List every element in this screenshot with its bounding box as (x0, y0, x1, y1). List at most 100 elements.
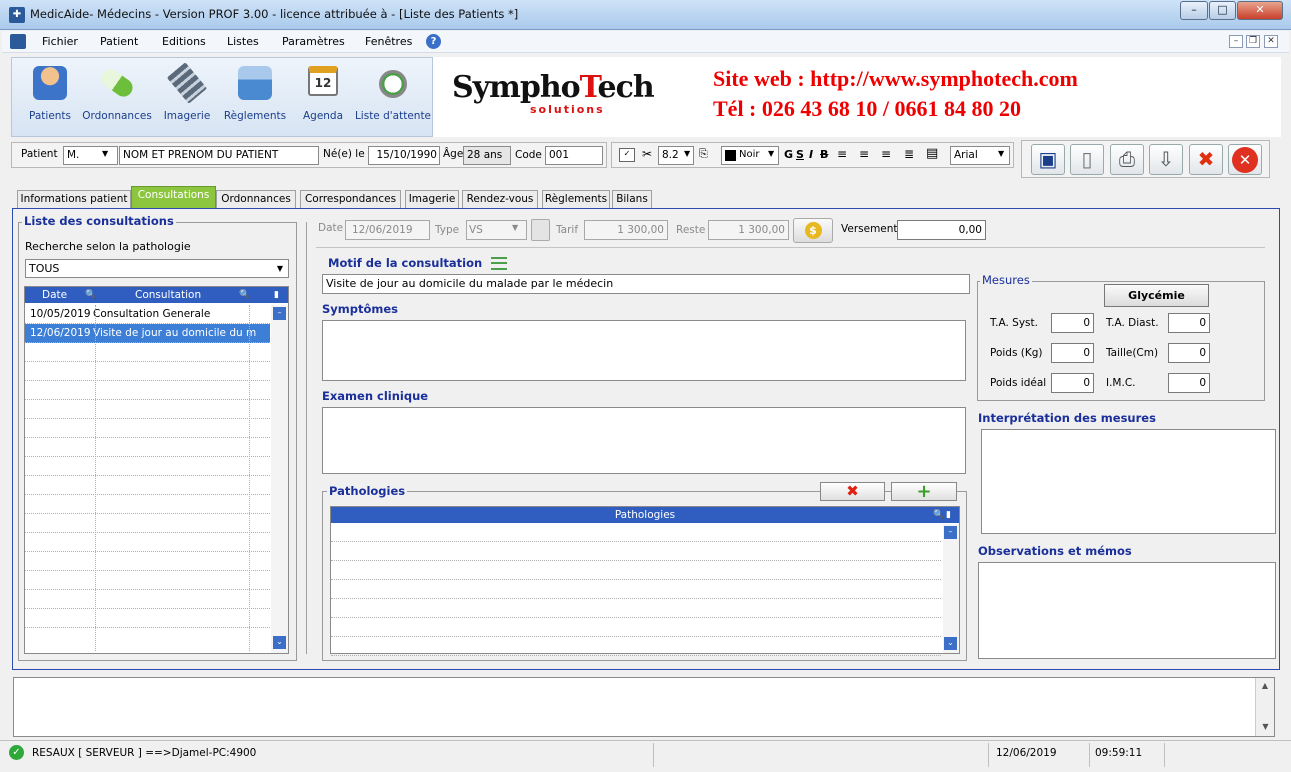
close-button[interactable]: ✕ (1237, 1, 1283, 20)
filter-dropdown-icon[interactable]: ▼ (273, 261, 287, 276)
table-row[interactable]: 10/05/2019 Consultation Generale (25, 305, 270, 324)
toolbar-liste-attente-button[interactable]: Liste d'attente (354, 58, 432, 136)
menu-fenetres[interactable]: Fenêtres (365, 35, 412, 48)
tab-bilans[interactable]: Bilans (612, 190, 652, 209)
tab-rendez-vous[interactable]: Rendez-vous (462, 190, 538, 209)
spellcheck-icon[interactable]: ✓ (619, 148, 635, 162)
list-scrollbar[interactable]: – ⌄ (271, 305, 288, 653)
scroll-down-icon[interactable]: ⌄ (273, 636, 286, 649)
remove-pathology-button[interactable]: ✖ (820, 482, 885, 501)
versement-field[interactable]: 0,00 (897, 220, 986, 240)
pathology-search-icon[interactable]: 🔍 (933, 507, 944, 523)
poids-field[interactable]: 0 (1051, 343, 1094, 363)
date-search-icon[interactable]: 🔍 (85, 287, 96, 303)
tarif-label: Tarif (556, 224, 579, 236)
imc-field[interactable]: 0 (1168, 373, 1210, 393)
ta-diast-field[interactable]: 0 (1168, 313, 1210, 333)
reste-field[interactable]: 1 300,00 (708, 220, 789, 240)
export-button[interactable]: ⇩ (1149, 144, 1183, 175)
pathology-filter-select[interactable]: TOUS (25, 259, 289, 278)
scroll-up-icon[interactable]: ▲ (1256, 681, 1274, 690)
consultation-date-field[interactable]: 12/06/2019 (345, 220, 430, 240)
font-size-dropdown-icon[interactable]: ▼ (684, 149, 690, 158)
observations-field[interactable] (978, 562, 1276, 659)
tab-correspondances[interactable]: Correspondances (300, 190, 401, 209)
mdi-minimize-button[interactable]: – (1229, 35, 1243, 48)
col-date[interactable]: Date (42, 287, 67, 303)
cut-icon[interactable]: ✂ (642, 147, 652, 161)
payment-button[interactable]: $ (793, 218, 833, 243)
maximize-button[interactable]: □ (1209, 1, 1236, 20)
notes-scrollbar[interactable]: ▲ ▼ (1255, 678, 1274, 736)
scroll-down-icon[interactable]: ▼ (1256, 722, 1275, 731)
scroll-up-icon[interactable]: – (944, 526, 957, 539)
code-field[interactable]: 001 (545, 146, 603, 165)
motif-list-icon[interactable] (491, 257, 507, 270)
pathologies-scrollbar[interactable]: – ⌄ (943, 524, 959, 653)
scroll-down-icon[interactable]: ⌄ (944, 637, 957, 650)
birthdate-field[interactable]: 15/10/1990 (368, 146, 440, 165)
trash-icon[interactable]: ▮ (946, 507, 951, 523)
save-button[interactable]: ▣ (1031, 144, 1065, 175)
mdi-restore-button[interactable]: ❐ (1246, 35, 1260, 48)
taille-field[interactable]: 0 (1168, 343, 1210, 363)
tab-ordonnances[interactable]: Ordonnances (216, 190, 296, 209)
ta-syst-field[interactable]: 0 (1051, 313, 1094, 333)
menu-editions[interactable]: Editions (162, 35, 206, 48)
color-dropdown-icon[interactable]: ▼ (768, 149, 774, 158)
toolbar-agenda-button[interactable]: 12 Agenda (288, 58, 358, 136)
toolbar-reglements-button[interactable]: Règlements (220, 58, 290, 136)
splitter[interactable] (306, 222, 307, 654)
toolbar-patients-button[interactable]: Patients (15, 58, 85, 136)
app-menu-icon[interactable] (10, 34, 26, 49)
align-center-icon[interactable]: ≡ (859, 147, 869, 161)
symptomes-field[interactable] (322, 320, 966, 381)
examen-clinique-field[interactable] (322, 407, 966, 474)
help-icon[interactable]: ? (426, 34, 441, 49)
font-family-dropdown-icon[interactable]: ▼ (998, 149, 1004, 158)
tab-consultations[interactable]: Consultations (131, 186, 216, 209)
underline-button[interactable]: S (796, 148, 804, 161)
type-extra-button[interactable] (531, 219, 550, 241)
bold-button[interactable]: G (784, 148, 793, 161)
menu-listes[interactable]: Listes (227, 35, 259, 48)
justify-icon[interactable]: ≣ (904, 147, 914, 161)
toolbar-ordonnances-button[interactable]: Ordonnances (82, 58, 152, 136)
menu-patient[interactable]: Patient (100, 35, 138, 48)
motif-field[interactable]: Visite de jour au domicile du malade par… (322, 274, 970, 294)
civility-dropdown-icon[interactable]: ▼ (102, 149, 108, 158)
toolbar-imagerie-button[interactable]: Imagerie (152, 58, 222, 136)
type-dropdown-icon[interactable]: ▼ (512, 223, 518, 232)
patient-name-field[interactable]: NOM ET PRENOM DU PATIENT (119, 146, 319, 165)
mdi-close-button[interactable]: ✕ (1264, 35, 1278, 48)
col-consultation[interactable]: Consultation (135, 287, 201, 303)
col-pathologies[interactable]: Pathologies (615, 509, 675, 521)
menu-parametres[interactable]: Paramètres (282, 35, 345, 48)
interpretation-field[interactable] (981, 429, 1276, 534)
menu-fichier[interactable]: Fichier (42, 35, 78, 48)
notes-area[interactable] (13, 677, 1275, 737)
tarif-field[interactable]: 1 300,00 (584, 220, 668, 240)
minimize-button[interactable]: – (1180, 1, 1208, 20)
tab-reglements[interactable]: Règlements (542, 190, 610, 209)
civility-select[interactable]: M. (63, 146, 118, 165)
align-left-icon[interactable]: ≡ (837, 147, 847, 161)
tab-imagerie[interactable]: Imagerie (405, 190, 459, 209)
clipboard-icon[interactable]: ▤ (926, 146, 938, 161)
exit-button[interactable]: ✕ (1228, 144, 1262, 175)
new-document-button[interactable]: ▯ (1070, 144, 1104, 175)
paste-icon[interactable]: ⎘ (699, 147, 708, 161)
align-right-icon[interactable]: ≡ (881, 147, 891, 161)
table-row-selected[interactable]: 12/06/2019 Visite de jour au domicile du … (25, 324, 270, 343)
tab-informations-patient[interactable]: Informations patient (17, 190, 131, 209)
consultation-search-icon[interactable]: 🔍 (239, 287, 250, 303)
scroll-up-icon[interactable]: – (273, 307, 286, 320)
delete-button[interactable]: ✖ (1189, 144, 1223, 175)
print-button[interactable]: ⎙ (1110, 144, 1144, 175)
glycemie-button[interactable]: Glycémie (1104, 284, 1209, 307)
add-pathology-button[interactable]: + (891, 482, 957, 501)
strike-button[interactable]: B (820, 148, 828, 161)
italic-button[interactable]: I (809, 148, 813, 161)
poids-ideal-field[interactable]: 0 (1051, 373, 1094, 393)
trash-icon[interactable]: ▮ (274, 287, 279, 303)
